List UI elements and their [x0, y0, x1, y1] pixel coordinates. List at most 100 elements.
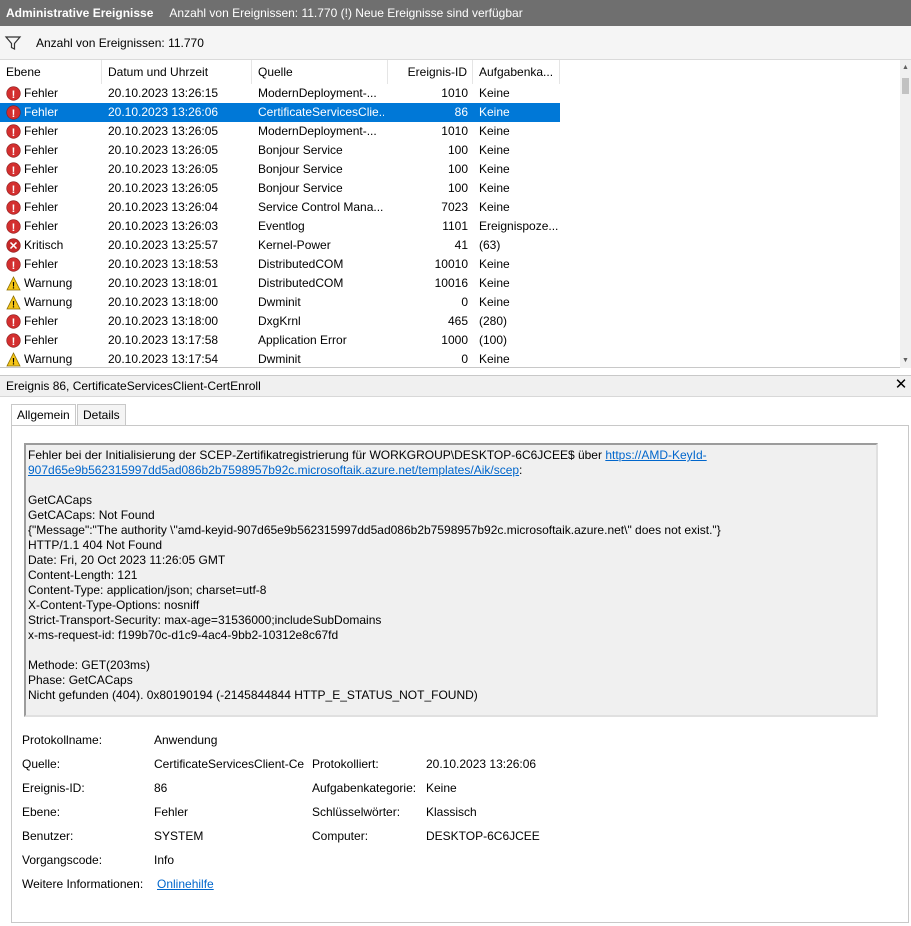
event-detail-header: Ereignis 86, CertificateServicesClient-C… [0, 375, 911, 397]
prop-value-ebene: Fehler [154, 805, 189, 819]
error-icon: ! [6, 200, 21, 215]
cell-category: Keine [479, 143, 510, 157]
cell-id: 1000 [441, 333, 468, 347]
warning-icon: ! [6, 295, 21, 310]
event-row[interactable]: ! Fehler 20.10.2023 13:18:00 DxgKrnl 465 (280… [0, 312, 560, 331]
svg-text:!: ! [12, 165, 16, 177]
cell-source: ModernDeployment-... [258, 124, 377, 138]
cell-source: CertificateServicesClie... [258, 105, 384, 119]
cell-category: Keine [479, 200, 510, 214]
error-icon: ! [6, 314, 21, 329]
cell-category: Keine [479, 86, 510, 100]
window-title-bar: Administrative Ereignisse Anzahl von Ere… [0, 0, 911, 26]
col-header-aufgabenkategorie[interactable]: Aufgabenka... [473, 60, 560, 84]
cell-id: 100 [447, 181, 468, 195]
message-block-method: Methode: GET(203ms) Phase: GetCACaps Nicht… [28, 658, 874, 703]
cell-id: 1010 [441, 124, 468, 138]
prop-label-ereignis-id: Ereignis-ID: [22, 781, 85, 795]
event-row[interactable]: ! Warnung 20.10.2023 13:17:54 Dwminit 0 Keine [0, 350, 560, 369]
event-row[interactable]: ! Fehler 20.10.2023 13:18:53 DistributedCOM… [0, 255, 560, 274]
svg-text:!: ! [12, 317, 16, 329]
prop-value-ereignis-id: 86 [154, 781, 168, 795]
tab-allgemein[interactable]: Allgemein [11, 404, 76, 427]
cell-category: Keine [479, 162, 510, 176]
event-message[interactable]: Fehler bei der Initialisierung der SCEP-… [24, 443, 878, 717]
event-row[interactable]: ! Fehler 20.10.2023 13:17:58 Application Er… [0, 331, 560, 350]
event-row[interactable]: ! Fehler 20.10.2023 13:26:05 Bonjour Servic… [0, 160, 560, 179]
col-header-quelle[interactable]: Quelle [252, 60, 388, 84]
message-line: {"Message":"The authority \"amd-keyid-90… [28, 523, 721, 537]
error-icon: ! [6, 219, 21, 234]
event-row[interactable]: ! Fehler 20.10.2023 13:26:05 Bonjour Servic… [0, 179, 560, 198]
cell-source: Eventlog [258, 219, 305, 233]
event-row[interactable]: ! Fehler 20.10.2023 13:26:03 Eventlog 1101 Er… [0, 217, 560, 236]
scroll-up-icon[interactable]: ▲ [900, 62, 911, 73]
event-row[interactable]: ! Fehler 20.10.2023 13:26:15 ModernDeployme… [0, 84, 560, 103]
prop-value-protokollname: Anwendung [154, 733, 218, 747]
message-line: Content-Type: application/json; charset=… [28, 583, 267, 597]
online-help-link[interactable]: Onlinehilfe [157, 877, 214, 891]
close-icon[interactable]: ✕ [893, 376, 909, 394]
cell-category: (63) [479, 238, 501, 252]
cell-id: 465 [447, 314, 468, 328]
cell-id: 86 [454, 105, 468, 119]
tab-details[interactable]: Details [77, 404, 126, 426]
event-row[interactable]: ! Fehler 20.10.2023 13:26:06 CertificateSer… [0, 103, 560, 122]
error-icon: ! [6, 257, 21, 272]
filter-count-label: Anzahl von Ereignissen: 11.770 [36, 35, 204, 50]
message-line: Date: Fri, 20 Oct 2023 11:26:05 GMT [28, 553, 226, 567]
col-header-ebene[interactable]: Ebene [0, 60, 102, 84]
cell-date: 20.10.2023 13:25:57 [108, 238, 219, 252]
cell-level: Warnung [24, 276, 73, 290]
cell-category: Keine [479, 105, 510, 119]
scroll-down-icon[interactable]: ▼ [900, 355, 911, 366]
scep-url-link[interactable]: https://AMD-KeyId- [605, 448, 706, 462]
prop-value-aufgabenkategorie: Keine [426, 781, 457, 795]
cell-source: DistributedCOM [258, 276, 344, 290]
message-line-1: Fehler bei der Initialisierung der SCEP-… [28, 448, 874, 463]
event-row[interactable]: ! Warnung 20.10.2023 13:18:00 Dwminit 0 Keine [0, 293, 560, 312]
filter-icon[interactable] [4, 34, 22, 52]
cell-category: Keine [479, 276, 510, 290]
cell-date: 20.10.2023 13:18:00 [108, 314, 219, 328]
events-grid: Ebene Datum und Uhrzeit Quelle Ereignis-… [0, 60, 911, 368]
col-header-ereignis-id[interactable]: Ereignis-ID [388, 60, 473, 84]
cell-date: 20.10.2023 13:17:54 [108, 352, 219, 366]
message-block-http: GetCACaps GetCACaps: Not Found {"Message":… [28, 493, 874, 643]
message-line: Strict-Transport-Security: max-age=31536… [28, 613, 382, 627]
cell-date: 20.10.2023 13:18:01 [108, 276, 219, 290]
vertical-scrollbar[interactable]: ▲ ▼ [900, 60, 911, 368]
error-icon: ! [6, 105, 21, 120]
event-row[interactable]: ! Fehler 20.10.2023 13:26:04 Service Contro… [0, 198, 560, 217]
svg-text:!: ! [12, 260, 16, 272]
cell-date: 20.10.2023 13:18:00 [108, 295, 219, 309]
event-row[interactable]: ✕ Kritisch 20.10.2023 13:25:57 Kernel-Power… [0, 236, 560, 255]
event-row[interactable]: ! Warnung 20.10.2023 13:18:01 DistributedCO… [0, 274, 560, 293]
prop-value-quelle: CertificateServicesClient-Cer [154, 757, 304, 771]
prop-label-weitere-informationen: Weitere Informationen: [22, 877, 144, 891]
cell-category: Keine [479, 124, 510, 138]
prop-value-schluesselwoerter: Klassisch [426, 805, 477, 819]
cell-id: 100 [447, 143, 468, 157]
cell-id: 1010 [441, 86, 468, 100]
cell-source: Application Error [258, 333, 347, 347]
cell-level: Fehler [24, 86, 59, 100]
cell-category: Keine [479, 257, 510, 271]
svg-text:!: ! [12, 222, 16, 234]
message-line: GetCACaps [28, 493, 93, 507]
cell-source: DistributedCOM [258, 257, 344, 271]
col-header-datum[interactable]: Datum und Uhrzeit [102, 60, 252, 84]
scep-url-link-cont[interactable]: 907d65e9b562315997dd5ad086b2b7598957b92c… [28, 463, 519, 477]
cell-date: 20.10.2023 13:26:03 [108, 219, 219, 233]
error-icon: ! [6, 143, 21, 158]
cell-source: Service Control Mana... [258, 200, 384, 214]
event-row[interactable]: ! Fehler 20.10.2023 13:26:05 ModernDeployme… [0, 122, 560, 141]
scrollbar-thumb[interactable] [902, 78, 909, 94]
cell-id: 41 [454, 238, 468, 252]
cell-id: 0 [461, 295, 468, 309]
cell-date: 20.10.2023 13:26:05 [108, 162, 219, 176]
prop-label-quelle: Quelle: [22, 757, 61, 771]
cell-id: 0 [461, 352, 468, 366]
event-row[interactable]: ! Fehler 20.10.2023 13:26:05 Bonjour Servic… [0, 141, 560, 160]
cell-level: Fehler [24, 105, 59, 119]
